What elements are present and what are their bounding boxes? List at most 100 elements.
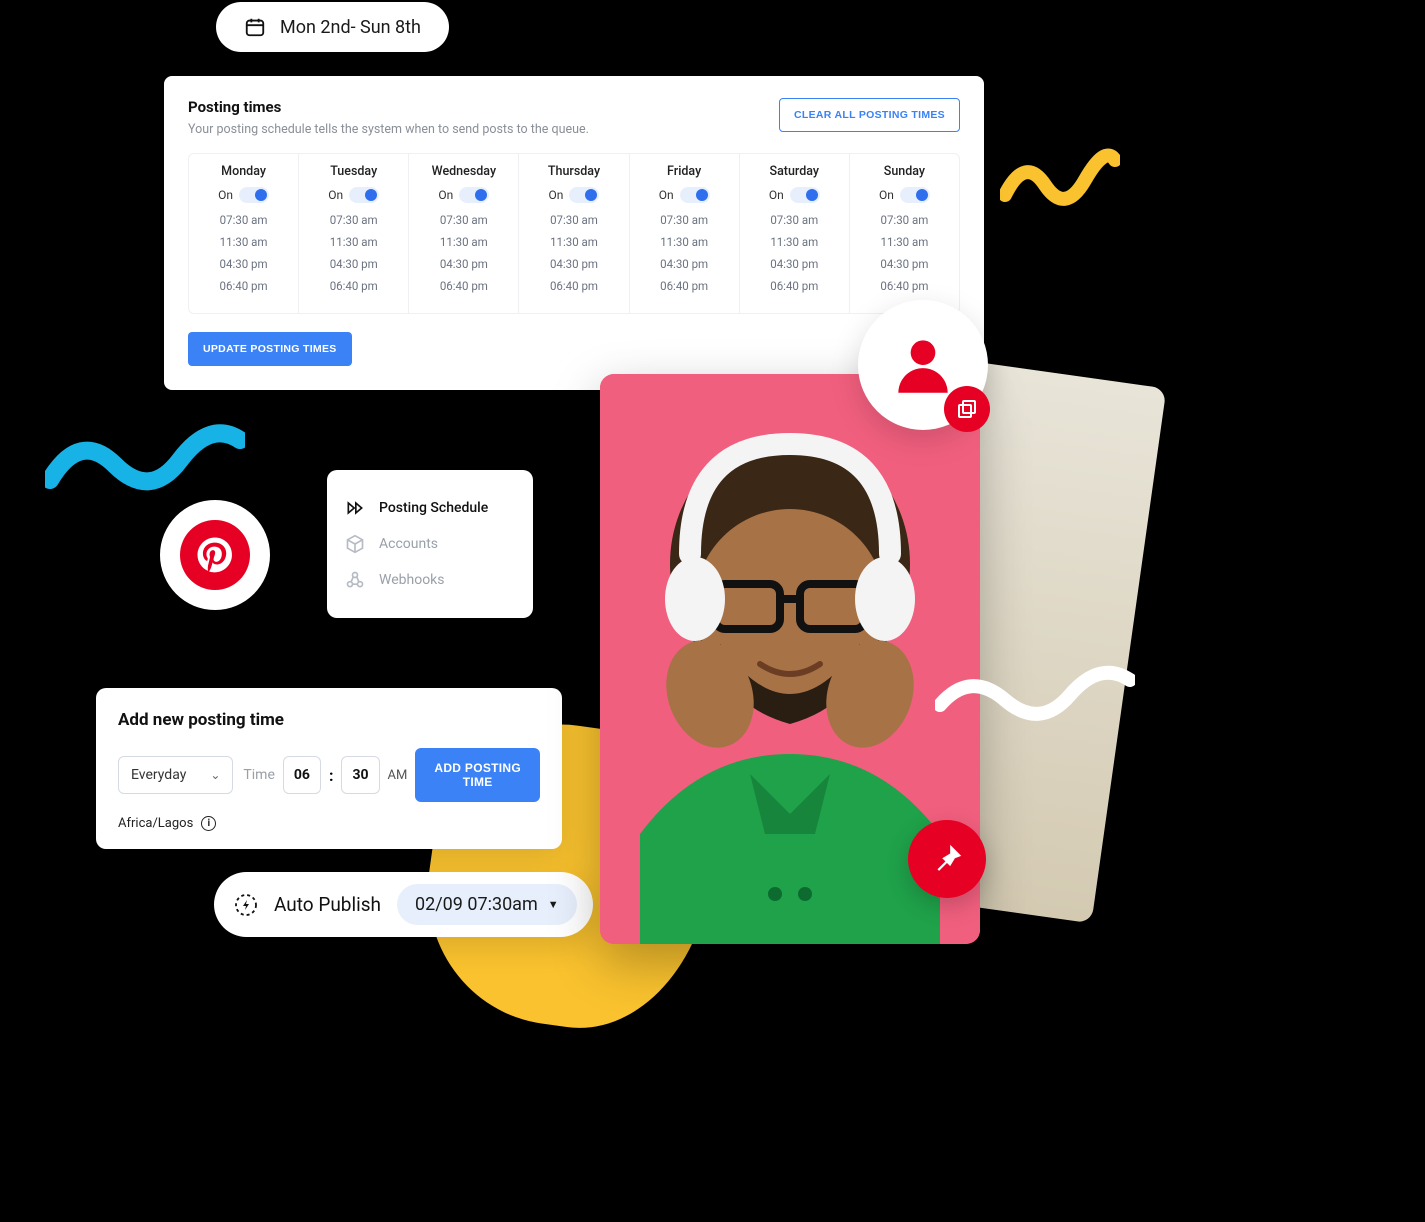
nav-item-label: Webhooks [379, 572, 445, 588]
date-range-label: Mon 2nd- Sun 8th [280, 17, 421, 38]
timezone-label: Africa/Lagos [118, 816, 193, 831]
on-label: On [438, 188, 453, 202]
settings-nav-card: Posting Schedule Accounts Webhooks [327, 470, 533, 618]
time-slot[interactable]: 11:30 am [740, 235, 849, 249]
minute-input[interactable]: 30 [341, 756, 379, 794]
day-column: Tuesday On 07:30 am 11:30 am 04:30 pm 06:40 p… [299, 154, 409, 313]
day-name: Wednesday [409, 164, 518, 179]
time-slot[interactable]: 07:30 am [740, 213, 849, 227]
day-name: Thursday [519, 164, 628, 179]
nav-item-label: Accounts [379, 536, 438, 552]
date-range-pill[interactable]: Mon 2nd- Sun 8th [216, 2, 449, 52]
time-slot[interactable]: 07:30 am [630, 213, 739, 227]
auto-publish-label: Auto Publish [274, 893, 381, 916]
bolt-icon [234, 893, 258, 917]
time-slot[interactable]: 11:30 am [630, 235, 739, 249]
on-label: On [879, 188, 894, 202]
time-slot[interactable]: 06:40 pm [850, 279, 959, 293]
time-slot[interactable]: 06:40 pm [630, 279, 739, 293]
caret-down-icon: ▼ [548, 898, 559, 911]
time-slot[interactable]: 04:30 pm [740, 257, 849, 271]
day-toggle-row: On [299, 187, 408, 203]
ampm-label: AM [388, 768, 408, 783]
squiggle-white [935, 665, 1135, 725]
nav-item-posting-schedule[interactable]: Posting Schedule [345, 490, 515, 526]
day-toggle-row: On [189, 187, 298, 203]
time-slot[interactable]: 07:30 am [299, 213, 408, 227]
clear-posting-times-button[interactable]: CLEAR ALL POSTING TIMES [779, 98, 960, 132]
time-slot[interactable]: 11:30 am [409, 235, 518, 249]
time-slot[interactable]: 11:30 am [299, 235, 408, 249]
update-posting-times-button[interactable]: UPDATE POSTING TIMES [188, 332, 352, 366]
webhook-icon [345, 570, 365, 590]
time-slot[interactable]: 04:30 pm [519, 257, 628, 271]
time-slot[interactable]: 06:40 pm [299, 279, 408, 293]
frequency-value: Everyday [131, 767, 186, 783]
day-toggle[interactable] [900, 187, 930, 203]
time-slot[interactable]: 04:30 pm [850, 257, 959, 271]
time-slot[interactable]: 06:40 pm [409, 279, 518, 293]
squiggle-yellow [1000, 140, 1120, 220]
day-toggle[interactable] [459, 187, 489, 203]
add-posting-time-card: Add new posting time Everyday ⌄ Time 06 … [96, 688, 562, 849]
on-label: On [549, 188, 564, 202]
time-colon: : [329, 766, 334, 785]
hour-input[interactable]: 06 [283, 756, 321, 794]
day-toggle-row: On [630, 187, 739, 203]
add-posting-time-button[interactable]: ADD POSTING TIME [415, 748, 540, 802]
time-slot[interactable]: 04:30 pm [409, 257, 518, 271]
time-slot[interactable]: 07:30 am [519, 213, 628, 227]
pin-badge [908, 820, 986, 898]
on-label: On [659, 188, 674, 202]
add-posting-time-title: Add new posting time [118, 710, 540, 730]
time-slot[interactable]: 04:30 pm [630, 257, 739, 271]
time-slot[interactable]: 06:40 pm [189, 279, 298, 293]
day-toggle[interactable] [680, 187, 710, 203]
day-toggle[interactable] [569, 187, 599, 203]
day-column: Monday On 07:30 am 11:30 am 04:30 pm 06:40 pm [189, 154, 299, 313]
time-slot[interactable]: 07:30 am [409, 213, 518, 227]
fast-forward-icon [345, 498, 365, 518]
avatar-bubble [858, 300, 988, 430]
day-toggle-row: On [740, 187, 849, 203]
time-slot[interactable]: 11:30 am [189, 235, 298, 249]
nav-item-label: Posting Schedule [379, 500, 488, 516]
chevron-down-icon: ⌄ [210, 768, 220, 782]
stack-badge [944, 386, 990, 432]
on-label: On [328, 188, 343, 202]
day-name: Friday [630, 164, 739, 179]
squiggle-blue [45, 420, 245, 500]
day-column: Thursday On 07:30 am 11:30 am 04:30 pm 06:40 … [519, 154, 629, 313]
time-slot[interactable]: 06:40 pm [740, 279, 849, 293]
info-icon[interactable]: i [201, 816, 216, 831]
auto-publish-pill: Auto Publish 02/09 07:30am ▼ [214, 872, 593, 937]
datetime-select[interactable]: 02/09 07:30am ▼ [397, 884, 577, 925]
posting-times-subtitle: Your posting schedule tells the system w… [188, 122, 589, 137]
time-slot[interactable]: 07:30 am [189, 213, 298, 227]
time-slot[interactable]: 11:30 am [850, 235, 959, 249]
time-label: Time [243, 767, 274, 783]
stack-icon [955, 397, 979, 421]
frequency-select[interactable]: Everyday ⌄ [118, 756, 233, 794]
nav-item-webhooks[interactable]: Webhooks [345, 562, 515, 598]
nav-item-accounts[interactable]: Accounts [345, 526, 515, 562]
time-slot[interactable]: 06:40 pm [519, 279, 628, 293]
posting-times-title: Posting times [188, 98, 589, 116]
time-slot[interactable]: 11:30 am [519, 235, 628, 249]
pin-icon [928, 840, 966, 878]
day-toggle-row: On [850, 187, 959, 203]
day-name: Tuesday [299, 164, 408, 179]
day-toggle[interactable] [349, 187, 379, 203]
day-toggle[interactable] [239, 187, 269, 203]
time-slot[interactable]: 07:30 am [850, 213, 959, 227]
time-slot[interactable]: 04:30 pm [189, 257, 298, 271]
day-column: SaturdayOn07:30 am11:30 am04:30 pm06:40 … [740, 154, 850, 313]
day-toggle[interactable] [790, 187, 820, 203]
on-label: On [218, 188, 233, 202]
day-toggle-row: On [409, 187, 518, 203]
cube-icon [345, 534, 365, 554]
day-column: Friday On 07:30 am 11:30 am 04:30 pm 06:40 pm [630, 154, 740, 313]
time-slot[interactable]: 04:30 pm [299, 257, 408, 271]
datetime-value: 02/09 07:30am [415, 894, 538, 915]
day-name: Monday [189, 164, 298, 179]
